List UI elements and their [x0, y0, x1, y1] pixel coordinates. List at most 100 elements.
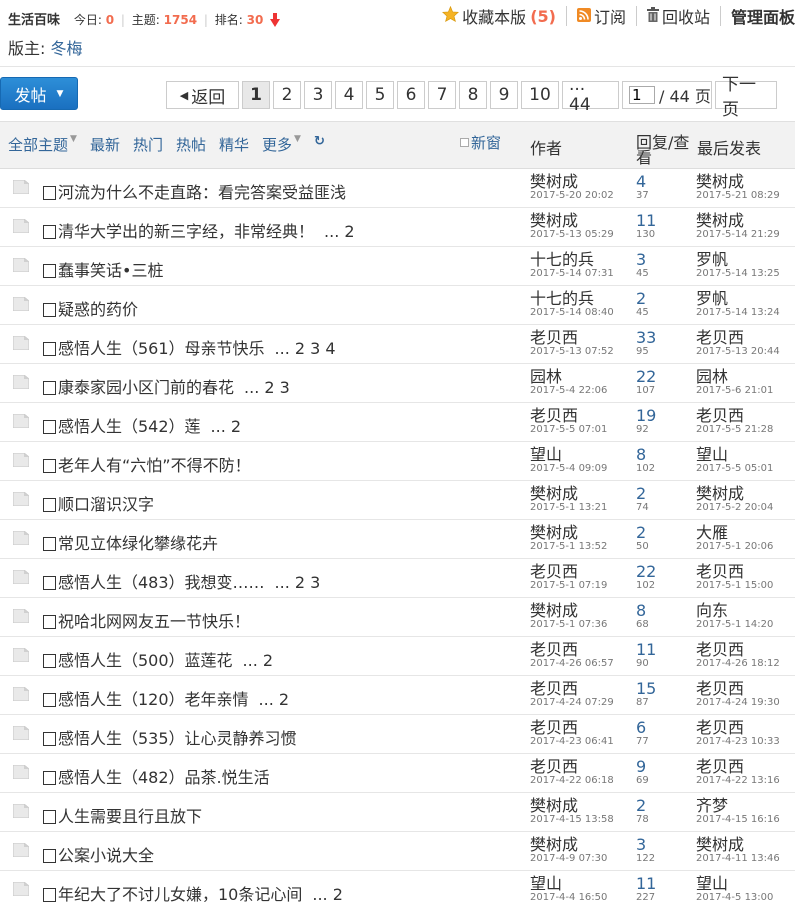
author-link[interactable]: 老贝西: [530, 719, 614, 736]
last-poster-link[interactable]: 樊树成: [696, 173, 780, 190]
thread-title-link[interactable]: 人生需要且行且放下: [58, 807, 202, 826]
last-poster-link[interactable]: 老贝西: [696, 563, 773, 580]
thread-title-link[interactable]: 常见立体绿化攀缘花卉: [58, 534, 218, 553]
last-poster-link[interactable]: 老贝西: [696, 329, 780, 346]
thread-title-link[interactable]: 顺口溜识汉字: [58, 495, 154, 514]
author-link[interactable]: 望山: [530, 446, 607, 463]
author-link[interactable]: 樊树成: [530, 602, 607, 619]
last-post-date[interactable]: 2017-4-22 13:16: [696, 775, 780, 786]
reply-count[interactable]: 2: [636, 290, 649, 307]
reply-count[interactable]: 19: [636, 407, 656, 424]
last-poster-link[interactable]: 樊树成: [696, 212, 780, 229]
author-link[interactable]: 樊树成: [530, 212, 614, 229]
thread-page-links[interactable]: ... 2: [312, 885, 343, 904]
reply-count[interactable]: 3: [636, 836, 655, 853]
author-link[interactable]: 园林: [530, 368, 607, 385]
reply-count[interactable]: 2: [636, 797, 649, 814]
author-link[interactable]: 老贝西: [530, 329, 614, 346]
last-poster-link[interactable]: 罗帆: [696, 290, 780, 307]
page-link[interactable]: 8: [459, 81, 487, 109]
filter-hot[interactable]: 热门: [133, 134, 163, 155]
author-link[interactable]: 望山: [530, 875, 607, 892]
last-post-date[interactable]: 2017-4-24 19:30: [696, 697, 780, 708]
last-post-date[interactable]: 2017-5-5 05:01: [696, 463, 773, 474]
thread-checkbox-icon[interactable]: [43, 498, 56, 512]
thread-checkbox-icon[interactable]: [43, 732, 56, 746]
author-link[interactable]: 老贝西: [530, 563, 607, 580]
thread-page-links[interactable]: ... 2 3 4: [275, 339, 336, 358]
last-post-date[interactable]: 2017-5-2 20:04: [696, 502, 773, 513]
thread-checkbox-icon[interactable]: [43, 342, 56, 356]
thread-checkbox-icon[interactable]: [43, 576, 56, 590]
reply-count[interactable]: 2: [636, 485, 649, 502]
subscribe-button[interactable]: 订阅: [567, 6, 637, 27]
filter-digest[interactable]: 精华: [219, 134, 249, 155]
last-post-date[interactable]: 2017-5-5 21:28: [696, 424, 773, 435]
thread-page-links[interactable]: ... 2: [324, 222, 355, 241]
last-poster-link[interactable]: 园林: [696, 368, 773, 385]
author-link[interactable]: 老贝西: [530, 641, 614, 658]
last-post-date[interactable]: 2017-5-14 13:25: [696, 268, 780, 279]
page-link[interactable]: 1: [242, 81, 270, 109]
reply-count[interactable]: 15: [636, 680, 656, 697]
moderator-link[interactable]: 冬梅: [51, 39, 83, 58]
thread-title-link[interactable]: 感悟人生（483）我想变……: [58, 573, 265, 592]
filter-more[interactable]: 更多: [262, 134, 292, 155]
thread-title-link[interactable]: 老年人有“六怕”不得不防！: [58, 456, 251, 475]
refresh-icon[interactable]: ↻: [314, 134, 325, 155]
page-link[interactable]: 9: [490, 81, 518, 109]
last-poster-link[interactable]: 老贝西: [696, 719, 780, 736]
thread-title-link[interactable]: 清华大学出的新三字经，非常经典！: [58, 222, 314, 241]
last-poster-link[interactable]: 大雁: [696, 524, 773, 541]
reply-count[interactable]: 22: [636, 368, 656, 385]
thread-title-link[interactable]: 感悟人生（535）让心灵静养习惯: [58, 729, 297, 748]
last-post-date[interactable]: 2017-5-1 14:20: [696, 619, 773, 630]
last-post-date[interactable]: 2017-5-14 13:24: [696, 307, 780, 318]
next-page-button[interactable]: 下一页: [715, 75, 777, 120]
reply-count[interactable]: 4: [636, 173, 649, 190]
page-link[interactable]: 7: [428, 81, 456, 109]
thread-page-links[interactable]: ... 2: [211, 417, 242, 436]
last-post-date[interactable]: 2017-5-1 20:06: [696, 541, 773, 552]
page-link[interactable]: 6: [397, 81, 425, 109]
last-poster-link[interactable]: 齐梦: [696, 797, 780, 814]
thread-checkbox-icon[interactable]: [43, 303, 56, 317]
author-link[interactable]: 十七的兵: [530, 290, 614, 307]
page-jump-input[interactable]: [629, 86, 655, 104]
thread-title-link[interactable]: 祝哈北网网友五一节快乐！: [58, 612, 250, 631]
last-post-date[interactable]: 2017-5-14 21:29: [696, 229, 780, 240]
thread-page-links[interactable]: ... 2 3: [275, 573, 321, 592]
thread-title-link[interactable]: 河流为什么不走直路：看完答案受益匪浅: [58, 183, 346, 202]
page-link[interactable]: 3: [304, 81, 332, 109]
last-page-link[interactable]: ... 44: [562, 75, 619, 115]
reply-count[interactable]: 11: [636, 641, 656, 658]
thread-title-link[interactable]: 感悟人生（120）老年亲情: [58, 690, 249, 709]
thread-title-link[interactable]: 感悟人生（561）母亲节快乐: [58, 339, 265, 358]
thread-checkbox-icon[interactable]: [43, 654, 56, 668]
thread-checkbox-icon[interactable]: [43, 225, 56, 239]
last-post-date[interactable]: 2017-5-21 08:29: [696, 190, 780, 201]
last-poster-link[interactable]: 老贝西: [696, 680, 780, 697]
thread-checkbox-icon[interactable]: [43, 264, 56, 278]
last-poster-link[interactable]: 樊树成: [696, 836, 780, 853]
thread-checkbox-icon[interactable]: [43, 381, 56, 395]
thread-page-links[interactable]: ... 2: [259, 690, 290, 709]
last-post-date[interactable]: 2017-5-1 15:00: [696, 580, 773, 591]
reply-count[interactable]: 6: [636, 719, 649, 736]
last-post-date[interactable]: 2017-5-6 21:01: [696, 385, 773, 396]
author-link[interactable]: 樊树成: [530, 797, 614, 814]
thread-title-link[interactable]: 感悟人生（542）莲: [58, 417, 201, 436]
author-link[interactable]: 十七的兵: [530, 251, 614, 268]
last-post-date[interactable]: 2017-4-15 16:16: [696, 814, 780, 825]
thread-title-link[interactable]: 疑惑的药价: [58, 300, 138, 319]
thread-title-link[interactable]: 年纪大了不讨儿女嫌，10条记心间: [58, 885, 302, 904]
last-post-date[interactable]: 2017-5-13 20:44: [696, 346, 780, 357]
thread-title-link[interactable]: 感悟人生（482）品茶.悦生活: [58, 768, 270, 787]
thread-checkbox-icon[interactable]: [43, 810, 56, 824]
last-poster-link[interactable]: 罗帆: [696, 251, 780, 268]
page-link[interactable]: 10: [521, 81, 559, 109]
thread-checkbox-icon[interactable]: [43, 693, 56, 707]
last-poster-link[interactable]: 老贝西: [696, 641, 780, 658]
thread-checkbox-icon[interactable]: [43, 186, 56, 200]
author-link[interactable]: 樊树成: [530, 173, 614, 190]
